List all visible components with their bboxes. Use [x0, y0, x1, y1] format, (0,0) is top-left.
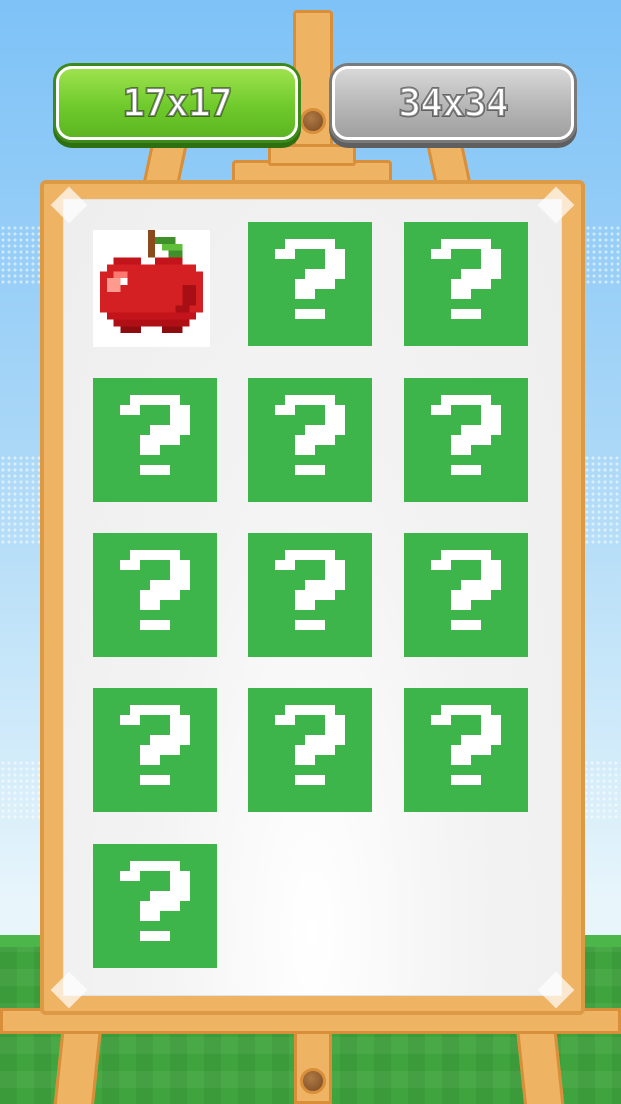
apple-icon	[99, 230, 204, 334]
level-tile-locked[interactable]	[404, 688, 528, 812]
level-tile-locked[interactable]	[404, 533, 528, 657]
easel-peg-bottom	[300, 1068, 326, 1094]
question-mark-icon	[275, 705, 345, 785]
level-tile-locked[interactable]	[93, 688, 217, 812]
level-tile-locked[interactable]	[248, 222, 372, 346]
question-mark-icon	[431, 705, 501, 785]
question-mark-icon	[120, 395, 190, 475]
question-mark-icon	[431, 550, 501, 630]
question-mark-icon	[275, 239, 345, 319]
level-tile-locked[interactable]	[248, 688, 372, 812]
easel-clamp-top	[268, 144, 356, 166]
level-tile-locked[interactable]	[404, 222, 528, 346]
level-tile-locked[interactable]	[93, 533, 217, 657]
level-tile-locked[interactable]	[404, 378, 528, 502]
level-tile-apple[interactable]	[93, 230, 210, 347]
easel-peg-top	[300, 108, 326, 134]
question-mark-icon	[120, 861, 190, 941]
level-tile-locked[interactable]	[248, 533, 372, 657]
question-mark-icon	[275, 550, 345, 630]
question-mark-icon	[275, 395, 345, 475]
question-mark-icon	[431, 239, 501, 319]
size-17x17-button[interactable]: 17x17	[56, 66, 298, 140]
question-mark-icon	[120, 550, 190, 630]
level-tile-locked[interactable]	[248, 378, 372, 502]
level-tile-locked[interactable]	[93, 378, 217, 502]
size-34x34-button[interactable]: 34x34	[332, 66, 574, 140]
level-tile-locked[interactable]	[93, 844, 217, 968]
question-mark-icon	[120, 705, 190, 785]
question-mark-icon	[431, 395, 501, 475]
